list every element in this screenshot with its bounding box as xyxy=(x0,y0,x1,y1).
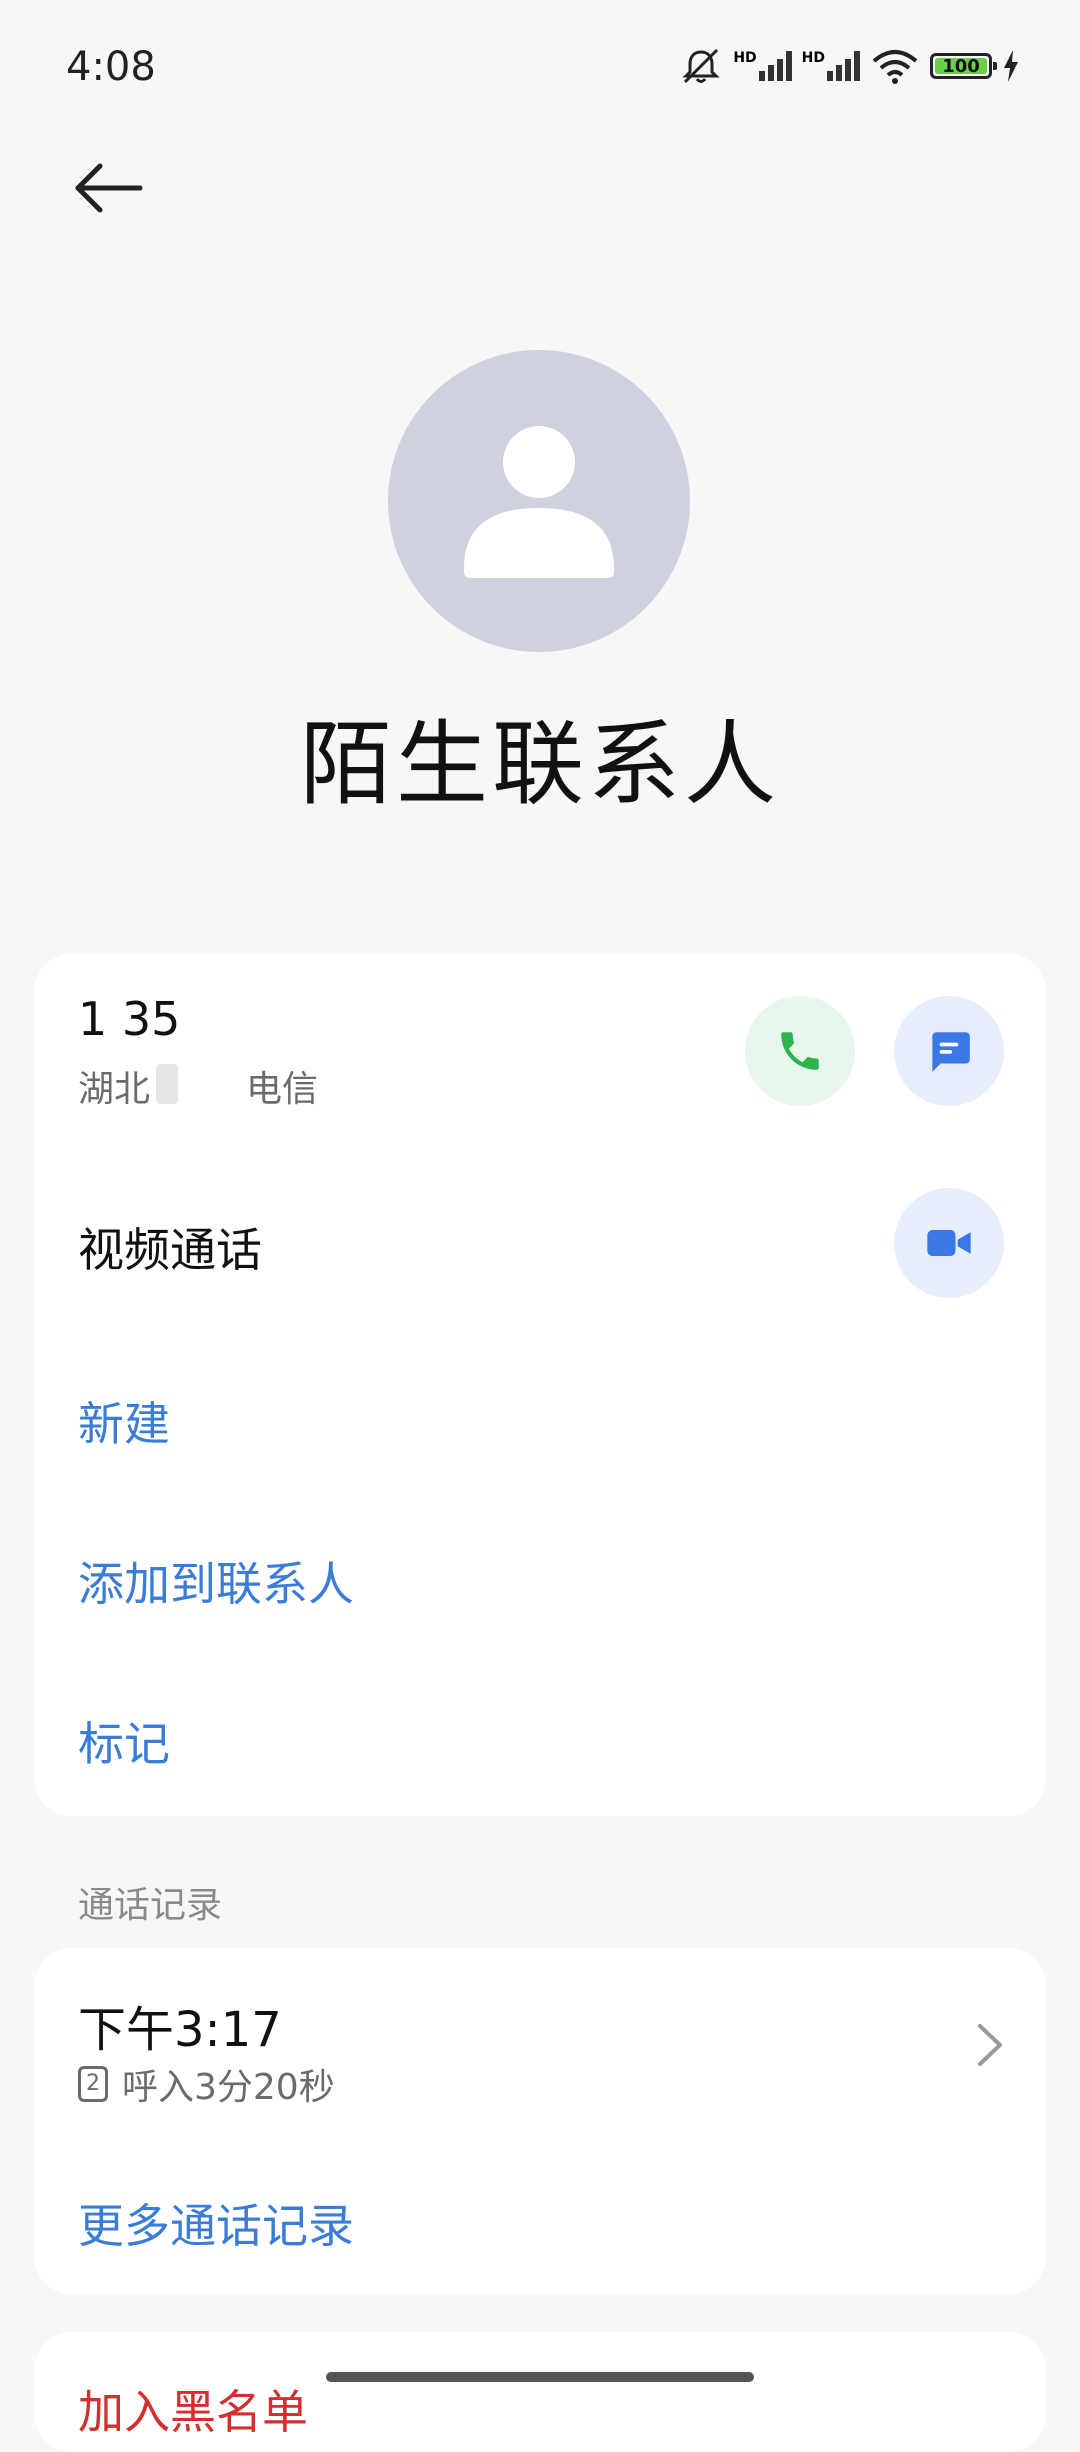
call-log-detail: 2 呼入3分20秒 xyxy=(78,2058,335,2110)
number-carrier: 电信 xyxy=(246,1069,319,1110)
video-call-label[interactable]: 视频通话 xyxy=(78,1214,262,1280)
message-icon xyxy=(932,1032,970,1072)
mark-link[interactable]: 标记 xyxy=(78,1708,170,1774)
status-icons: HD HD 100 xyxy=(679,46,1020,86)
hd-label-1: HD xyxy=(733,50,757,66)
chevron-right-icon[interactable] xyxy=(970,2020,1010,2070)
hd-label-2: HD xyxy=(801,50,825,66)
sim2-icon: 2 xyxy=(78,2066,108,2102)
video-camera-icon xyxy=(927,1230,971,1256)
mute-bell-icon xyxy=(682,48,720,84)
charging-bolt-icon xyxy=(1004,50,1018,82)
call-log-description: 呼入3分20秒 xyxy=(122,2067,335,2108)
status-time: 4:08 xyxy=(66,44,156,90)
contact-avatar xyxy=(388,350,690,652)
add-to-blacklist-link[interactable]: 加入黑名单 xyxy=(78,2376,308,2442)
contact-actions-card xyxy=(34,954,1046,1816)
phone-number[interactable]: 1 35 xyxy=(78,992,180,1046)
more-call-logs-link[interactable]: 更多通话记录 xyxy=(78,2190,354,2256)
message-button[interactable] xyxy=(894,996,1004,1106)
number-location: 湖北 xyxy=(78,1069,151,1110)
call-log-time[interactable]: 下午3:17 xyxy=(78,1990,282,2060)
call-log-header: 通话记录 xyxy=(78,1885,223,1926)
video-call-button[interactable] xyxy=(894,1188,1004,1298)
signal-sim1-icon: HD xyxy=(733,50,792,81)
phone-icon xyxy=(781,1032,819,1070)
redacted-location xyxy=(156,1064,178,1104)
signal-sim2-icon: HD xyxy=(802,51,860,81)
call-button[interactable] xyxy=(745,996,855,1106)
new-contact-link[interactable]: 新建 xyxy=(78,1388,170,1454)
battery-icon: 100 xyxy=(930,53,997,79)
back-arrow-icon[interactable] xyxy=(70,150,150,230)
battery-level: 100 xyxy=(935,56,987,77)
person-placeholder-icon xyxy=(464,426,614,578)
contact-name: 陌生联系人 xyxy=(299,711,780,818)
wifi-icon xyxy=(872,50,918,84)
home-indicator[interactable] xyxy=(326,2372,754,2382)
add-to-contacts-link[interactable]: 添加到联系人 xyxy=(78,1548,354,1614)
